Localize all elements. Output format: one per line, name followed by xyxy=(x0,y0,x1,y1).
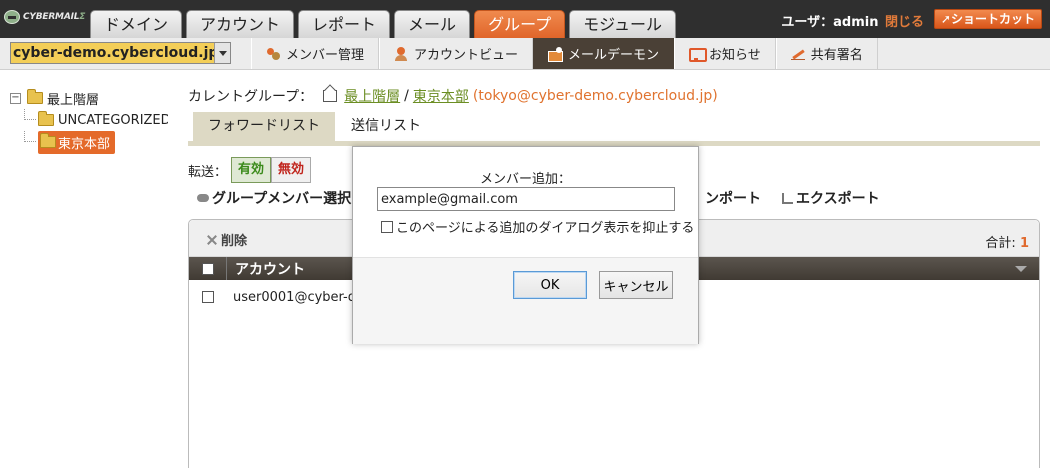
suppress-dialog-label: このページによる追加のダイアログ表示を抑止する xyxy=(396,221,695,236)
cancel-button[interactable]: キャンセル xyxy=(599,271,673,299)
suppress-dialog-checkbox[interactable] xyxy=(381,220,393,233)
member-email-input[interactable] xyxy=(377,187,675,211)
suppress-dialog-option[interactable]: このページによる追加のダイアログ表示を抑止する xyxy=(381,217,694,236)
ok-button[interactable]: OK xyxy=(513,271,587,299)
dialog-label: メンバー追加： xyxy=(479,172,571,187)
add-member-dialog: メンバー追加： このページによる追加のダイアログ表示を抑止する OK キャンセル xyxy=(352,146,699,344)
